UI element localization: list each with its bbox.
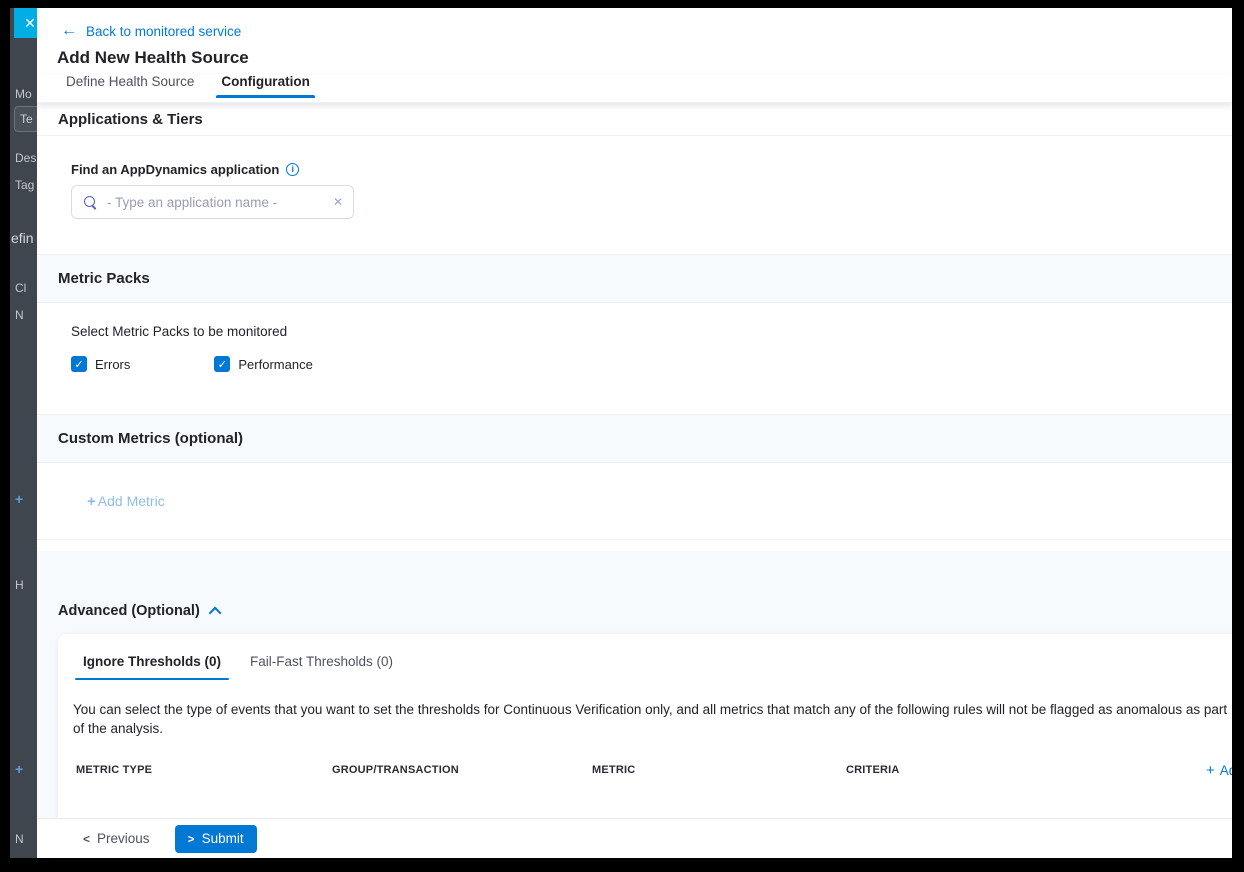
bg-text-fragment: Cl [15, 281, 26, 295]
info-icon[interactable]: i [286, 163, 299, 176]
checkbox-checked-icon[interactable]: ✓ [214, 356, 230, 372]
tab-ignore-thresholds[interactable]: Ignore Thresholds (0) [83, 654, 221, 680]
drawer-header: ← Back to monitored service Add New Heal… [37, 8, 1232, 74]
drawer-footer: < Previous > Submit [37, 818, 1232, 858]
plus-icon: + [87, 493, 96, 510]
select-metric-packs-label: Select Metric Packs to be monitored [71, 324, 1232, 339]
drawer-body: Applications & Tiers Find an AppDynamics… [37, 103, 1232, 818]
back-to-monitored-service-link[interactable]: ← Back to monitored service [61, 20, 1232, 42]
active-tab-underline [75, 678, 229, 681]
field-label-text: Find an AppDynamics application [71, 162, 279, 177]
tab-fail-fast-thresholds[interactable]: Fail-Fast Thresholds (0) [250, 654, 393, 680]
previous-button[interactable]: < Previous [83, 831, 150, 846]
wizard-tabbar: Define Health Source Configuration [37, 74, 1232, 103]
chevron-left-icon: < [83, 832, 90, 846]
bg-heading-fragment: efin [11, 230, 34, 246]
bg-add-fragment: + [15, 761, 23, 777]
add-health-source-drawer: ← Back to monitored service Add New Heal… [37, 8, 1232, 858]
back-link-label: Back to monitored service [86, 24, 241, 39]
description-line: of the analysis. [73, 719, 1232, 738]
application-search-box: ✕ [71, 185, 354, 219]
chevron-up-icon[interactable] [209, 606, 222, 619]
clear-search-icon[interactable]: ✕ [327, 195, 343, 209]
section-custom-metrics-header: Custom Metrics (optional) [37, 415, 1232, 463]
description-line: You can select the type of events that y… [73, 700, 1232, 719]
page-title: Add New Health Source [57, 48, 1232, 74]
advanced-title-row[interactable]: Advanced (Optional) [58, 603, 1232, 619]
submit-button[interactable]: > Submit [175, 825, 257, 853]
find-application-label: Find an AppDynamics application i [71, 162, 1232, 177]
section-advanced: Advanced (Optional) Ignore Thresholds (0… [37, 551, 1232, 818]
bg-text-fragment: Des [15, 151, 36, 165]
column-header-metric: METRIC [592, 764, 635, 776]
bg-text-fragment: H [15, 578, 24, 592]
submit-label: Submit [202, 831, 244, 846]
thresholds-table-header: METRIC TYPE GROUP/TRANSACTION METRIC CRI… [58, 764, 1232, 780]
bg-text-fragment: Mo [15, 87, 32, 101]
metric-pack-options: ✓ Errors ✓ Performance [71, 356, 1232, 372]
section-custom-metrics-content: + Add Metric [37, 463, 1232, 540]
tab-label: Define Health Source [66, 74, 194, 89]
section-applications-tiers-content: Find an AppDynamics application i ✕ [37, 136, 1232, 255]
screenshot-frame: Mo Te Des Tag efin Cl N + H + N ✕ ← Back… [0, 0, 1244, 872]
thresholds-tabbar: Ignore Thresholds (0) Fail-Fast Threshol… [58, 634, 1232, 680]
column-header-criteria: CRITERIA [846, 764, 900, 776]
close-icon: ✕ [24, 15, 36, 32]
section-applications-tiers-header: Applications & Tiers [37, 103, 1232, 136]
chevron-right-icon: > [188, 832, 195, 846]
add-metric-button[interactable]: + Add Metric [87, 493, 165, 510]
add-threshold-button[interactable]: + Add Threshold [1206, 762, 1232, 779]
checkbox-performance[interactable]: ✓ Performance [214, 356, 312, 372]
tab-label: Configuration [221, 74, 309, 89]
thresholds-description: You can select the type of events that y… [73, 700, 1232, 738]
active-tab-underline [216, 95, 314, 98]
add-threshold-label: Add Threshold [1220, 763, 1232, 778]
tab-define-health-source[interactable]: Define Health Source [66, 74, 194, 98]
checkbox-label: Performance [238, 357, 312, 372]
search-icon [84, 196, 97, 209]
section-metric-packs-header: Metric Packs [37, 255, 1232, 303]
column-header-metric-type: METRIC TYPE [76, 764, 152, 776]
column-header-group-transaction: GROUP/TRANSACTION [332, 764, 459, 776]
checkbox-checked-icon[interactable]: ✓ [71, 356, 87, 372]
bg-text-fragment: Tag [15, 178, 34, 192]
tab-configuration[interactable]: Configuration [221, 74, 309, 98]
section-title: Applications & Tiers [58, 111, 203, 128]
tab-label: Fail-Fast Thresholds (0) [250, 654, 393, 669]
bg-add-fragment: + [15, 491, 23, 507]
bg-input-fragment: Te [14, 106, 37, 132]
thresholds-card: Ignore Thresholds (0) Fail-Fast Threshol… [58, 634, 1232, 818]
advanced-title: Advanced (Optional) [58, 603, 200, 619]
bg-text-fragment: N [15, 308, 24, 322]
add-metric-label: Add Metric [98, 493, 165, 509]
checkbox-errors[interactable]: ✓ Errors [71, 356, 130, 372]
bg-text-fragment: N [15, 832, 24, 846]
previous-label: Previous [97, 831, 150, 846]
back-arrow-icon: ← [61, 23, 77, 39]
dimmed-background-page: Mo Te Des Tag efin Cl N + H + N [10, 8, 37, 858]
tab-label: Ignore Thresholds (0) [83, 654, 221, 669]
checkbox-label: Errors [95, 357, 130, 372]
section-metric-packs-content: Select Metric Packs to be monitored ✓ Er… [37, 303, 1232, 415]
application-search-input[interactable] [107, 195, 327, 210]
section-title: Metric Packs [58, 270, 150, 287]
section-title: Custom Metrics (optional) [58, 430, 243, 447]
bg-input-text: Te [20, 112, 33, 126]
plus-icon: + [1206, 762, 1215, 779]
